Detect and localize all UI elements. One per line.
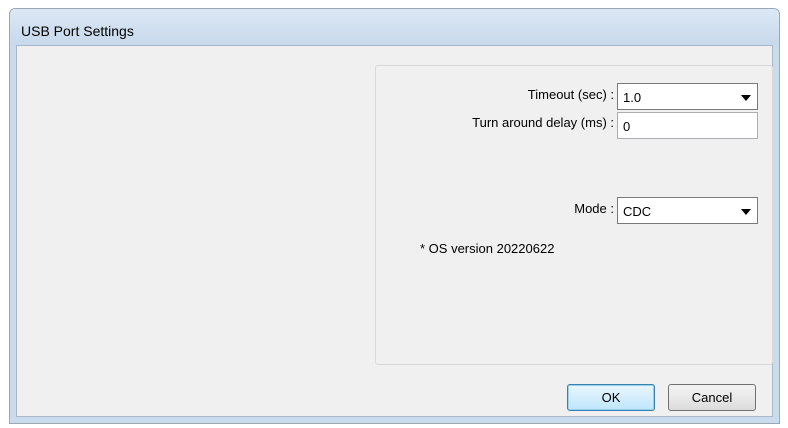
cancel-button[interactable]: Cancel bbox=[668, 384, 756, 411]
mode-dropdown[interactable]: CDC bbox=[617, 197, 758, 224]
mode-value: CDC bbox=[623, 204, 652, 219]
ok-button[interactable]: OK bbox=[567, 384, 655, 411]
timeout-label: Timeout (sec) : bbox=[527, 87, 614, 102]
settings-panel: Timeout (sec) : 1.0 Turn around delay (m… bbox=[375, 65, 773, 365]
turnaround-delay-value: 0 bbox=[623, 119, 631, 134]
chevron-down-icon bbox=[741, 209, 751, 215]
os-version-note: * OS version 20220622 bbox=[420, 241, 555, 256]
timeout-value: 1.0 bbox=[623, 90, 642, 105]
turnaround-delay-label: Turn around delay (ms) : bbox=[472, 115, 614, 130]
usb-port-settings-dialog: USB Port Settings Timeout (sec) : 1.0 Tu… bbox=[9, 8, 780, 424]
dialog-body: Timeout (sec) : 1.0 Turn around delay (m… bbox=[16, 45, 773, 417]
timeout-dropdown[interactable]: 1.0 bbox=[617, 83, 758, 110]
title-bar[interactable]: USB Port Settings bbox=[10, 9, 779, 45]
window-title: USB Port Settings bbox=[21, 23, 134, 39]
mode-label: Mode : bbox=[574, 201, 614, 216]
chevron-down-icon bbox=[741, 95, 751, 101]
turnaround-delay-input[interactable]: 0 bbox=[617, 112, 758, 139]
